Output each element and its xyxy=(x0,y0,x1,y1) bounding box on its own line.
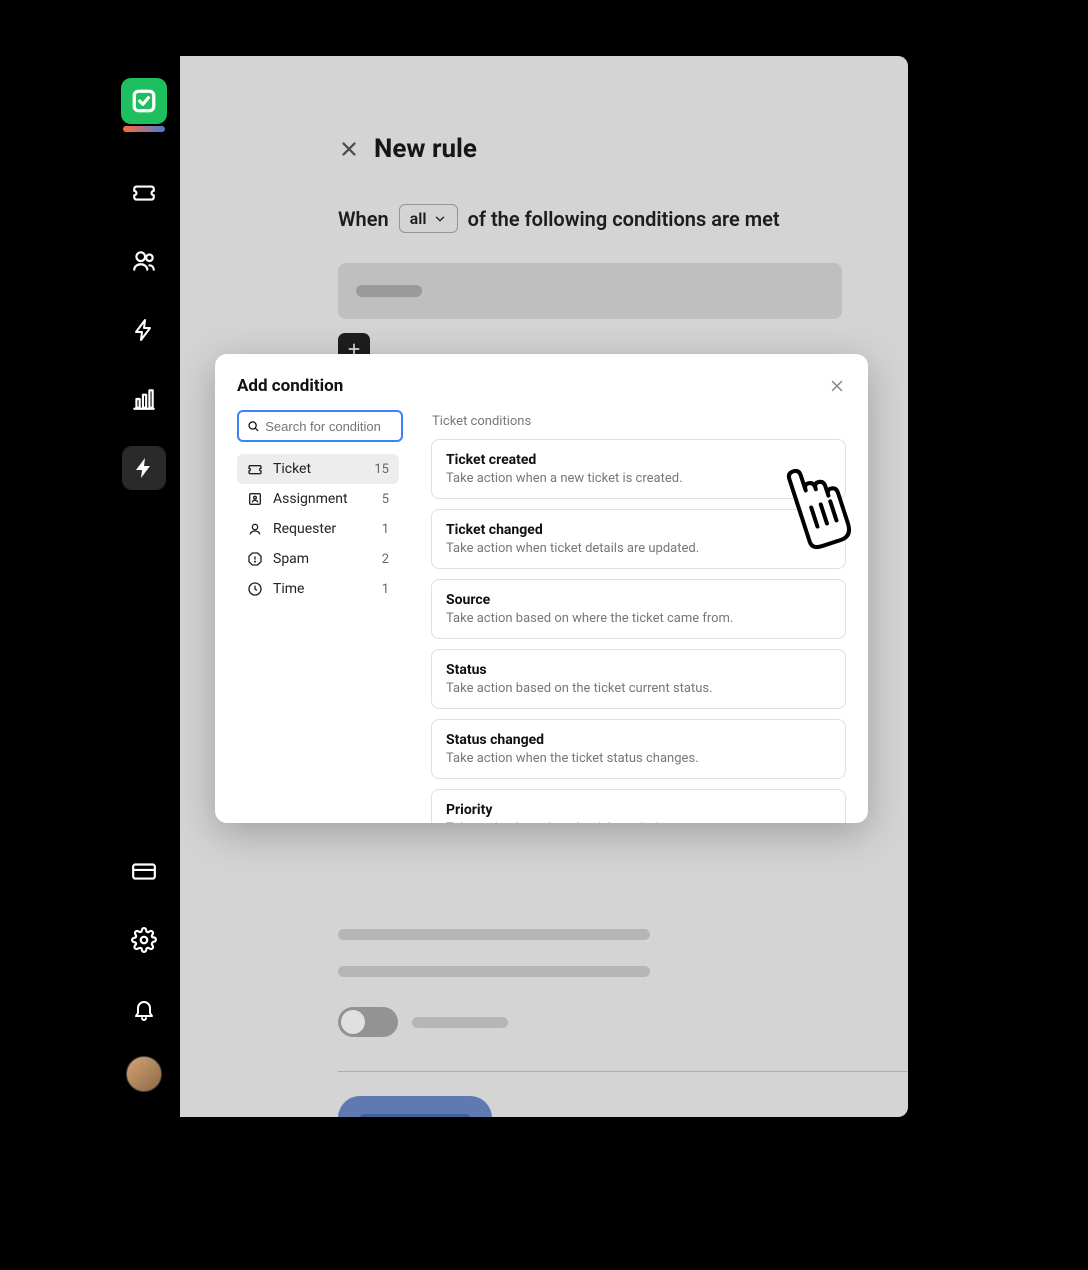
condition-title: Source xyxy=(446,592,831,608)
when-prefix: When xyxy=(338,207,389,231)
condition-description: Take action when the ticket status chang… xyxy=(446,751,831,766)
modal-close-icon[interactable] xyxy=(828,377,846,395)
modal-title: Add condition xyxy=(237,376,343,396)
category-label: Requester xyxy=(273,521,336,537)
when-dropdown-label: all xyxy=(410,209,427,228)
condition-card[interactable]: Status changed Take action when the ticke… xyxy=(431,719,846,779)
category-item-requester[interactable]: Requester 1 xyxy=(237,514,399,544)
sidebar-item-people[interactable] xyxy=(122,239,166,283)
bell-icon xyxy=(132,997,156,1021)
modal-left-panel: Ticket 15 Assignment 5 Requester 1 Spam 2 Time 1 xyxy=(215,410,415,823)
sidebar-item-bolt[interactable] xyxy=(122,308,166,352)
sidebar-item-notifications[interactable] xyxy=(122,987,166,1031)
condition-card[interactable]: Source Take action based on where the tic… xyxy=(431,579,846,639)
time-icon xyxy=(247,581,263,597)
condition-description: Take action based on the ticket current … xyxy=(446,681,831,696)
toggle-row xyxy=(338,1007,908,1037)
toggle-switch[interactable] xyxy=(338,1007,398,1037)
category-count: 1 xyxy=(382,522,389,537)
condition-description: Take action based on the ticket priority… xyxy=(446,821,831,823)
category-label: Spam xyxy=(273,551,309,567)
condition-description: Take action when a new ticket is created… xyxy=(446,471,831,486)
when-sentence: When all of the following conditions are… xyxy=(338,204,908,233)
condition-title: Status xyxy=(446,662,831,678)
ticket-icon xyxy=(247,461,263,477)
sidebar-item-billing[interactable] xyxy=(122,849,166,893)
category-label: Assignment xyxy=(273,491,348,507)
close-icon[interactable] xyxy=(338,138,360,160)
when-dropdown[interactable]: all xyxy=(399,204,458,233)
sidebar-item-automation[interactable] xyxy=(122,446,166,490)
app-logo[interactable] xyxy=(121,78,167,124)
chevron-down-icon xyxy=(433,212,447,226)
sidebar-item-tickets[interactable] xyxy=(122,170,166,214)
search-input[interactable] xyxy=(265,419,393,434)
bolt-filled-icon xyxy=(132,456,156,480)
category-count: 15 xyxy=(374,462,389,477)
skeleton-group xyxy=(338,929,908,977)
condition-card[interactable]: Priority Take action based on the ticket … xyxy=(431,789,846,823)
condition-card[interactable]: Ticket changed Take action when ticket de… xyxy=(431,509,846,569)
category-count: 5 xyxy=(382,492,389,507)
when-suffix: of the following conditions are met xyxy=(468,207,780,231)
page-title: New rule xyxy=(374,134,477,164)
add-condition-modal: Add condition Ticket 15 Assignment 5 Request… xyxy=(215,354,868,823)
condition-title: Ticket created xyxy=(446,452,831,468)
category-item-ticket[interactable]: Ticket 15 xyxy=(237,454,399,484)
bar-chart-icon xyxy=(131,386,157,412)
conditions-header: Ticket conditions xyxy=(431,410,846,429)
condition-placeholder-box[interactable] xyxy=(338,263,842,319)
requester-icon xyxy=(247,521,263,537)
header: New rule xyxy=(338,134,908,164)
category-item-assignment[interactable]: Assignment 5 xyxy=(237,484,399,514)
category-item-spam[interactable]: Spam 2 xyxy=(237,544,399,574)
sidebar-item-analytics[interactable] xyxy=(122,377,166,421)
category-count: 1 xyxy=(382,582,389,597)
category-item-time[interactable]: Time 1 xyxy=(237,574,399,604)
gear-icon xyxy=(131,927,157,953)
credit-card-icon xyxy=(131,858,157,884)
category-label: Time xyxy=(273,581,304,597)
divider xyxy=(338,1071,908,1072)
search-box[interactable] xyxy=(237,410,403,442)
assignment-icon xyxy=(247,491,263,507)
condition-description: Take action when ticket details are upda… xyxy=(446,541,831,556)
category-label: Ticket xyxy=(273,461,311,477)
primary-action-button[interactable] xyxy=(338,1096,492,1117)
search-icon xyxy=(247,419,259,433)
condition-title: Status changed xyxy=(446,732,831,748)
condition-title: Priority xyxy=(446,802,831,818)
condition-description: Take action based on where the ticket ca… xyxy=(446,611,831,626)
category-count: 2 xyxy=(382,552,389,567)
spam-icon xyxy=(247,551,263,567)
condition-card[interactable]: Status Take action based on the ticket cu… xyxy=(431,649,846,709)
sidebar xyxy=(108,56,180,1117)
ticket-icon xyxy=(131,179,157,205)
people-icon xyxy=(131,248,157,274)
bolt-icon xyxy=(132,318,156,342)
sidebar-item-settings[interactable] xyxy=(122,918,166,962)
avatar[interactable] xyxy=(126,1056,162,1092)
modal-right-panel: Ticket conditions Ticket created Take act… xyxy=(415,410,868,823)
condition-title: Ticket changed xyxy=(446,522,831,538)
condition-card[interactable]: Ticket created Take action when a new tic… xyxy=(431,439,846,499)
